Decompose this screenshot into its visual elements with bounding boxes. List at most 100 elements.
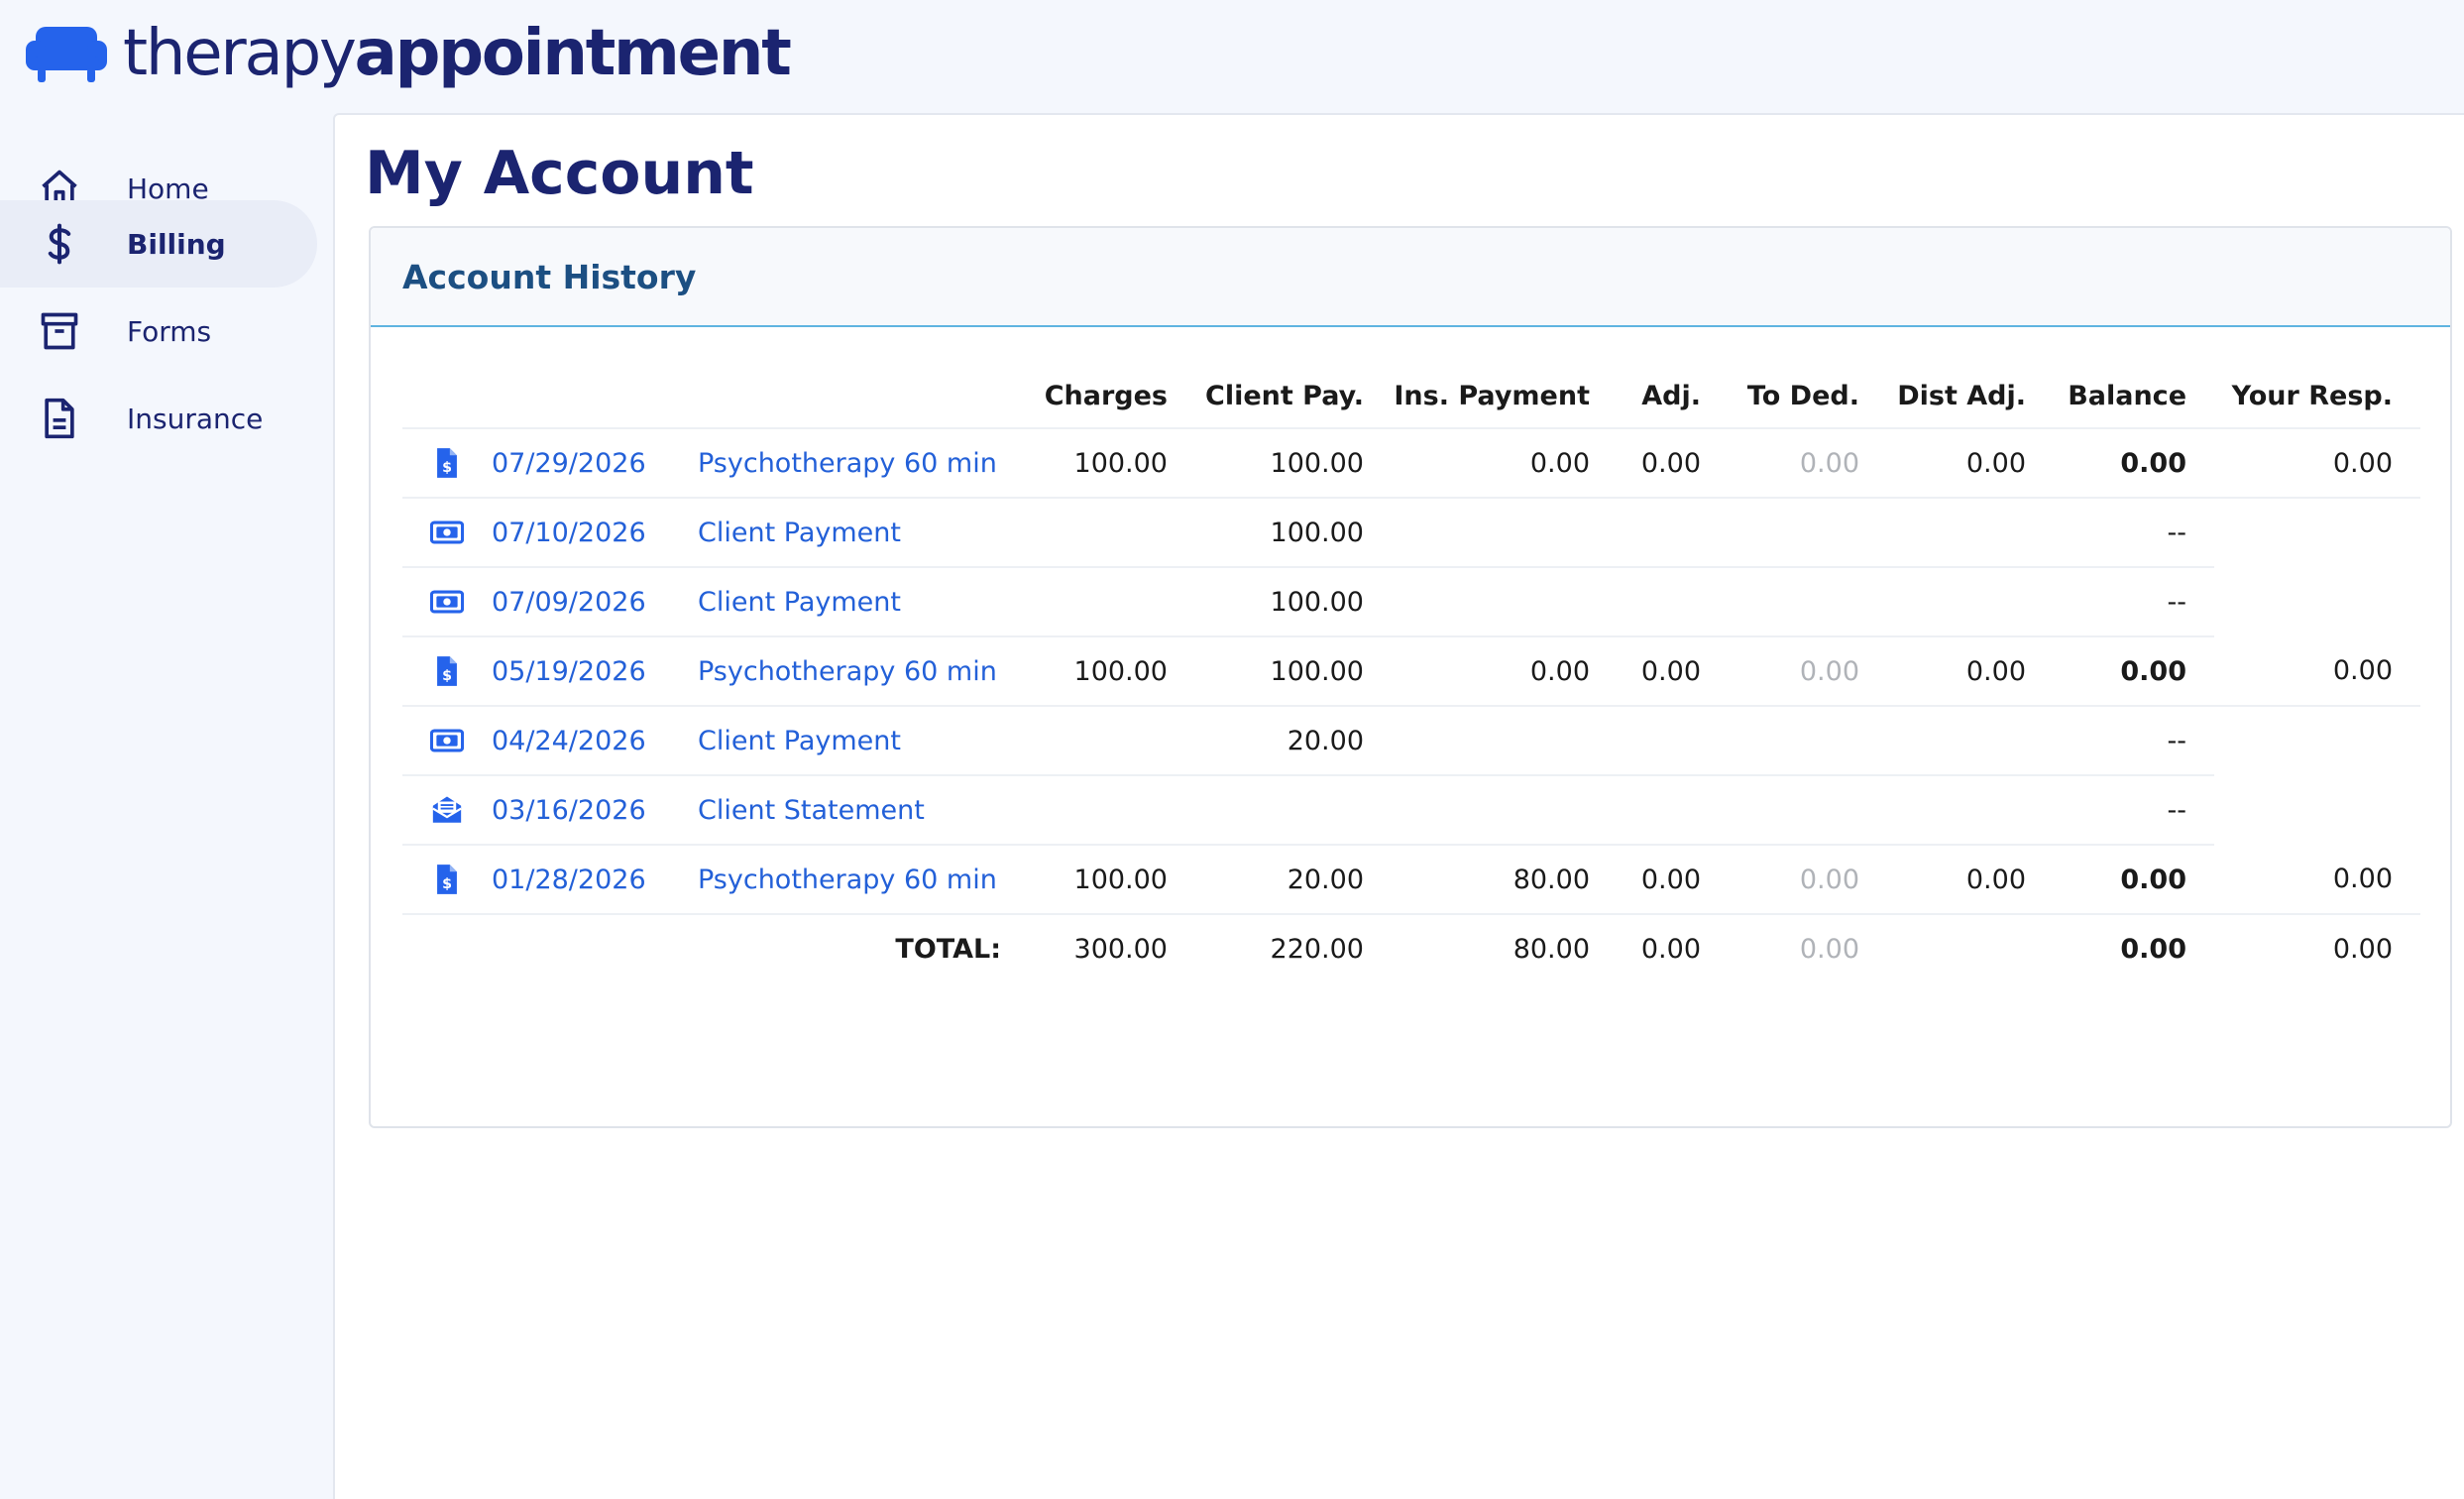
cell-ins-payment: 0.00 — [1392, 636, 1618, 707]
cell-your-resp — [2214, 775, 2420, 845]
cell-client-pay — [1195, 775, 1392, 846]
invoice-icon: $ — [430, 654, 464, 688]
table-row[interactable]: $05/19/2026 Psychotherapy 60 min 100.00 100… — [402, 636, 2420, 707]
cell-client-pay: 100.00 — [1195, 428, 1392, 499]
column-header-your-resp: Your Resp. — [2214, 365, 2420, 429]
table-total-row: TOTAL: 300.00 220.00 80.00 0.00 0.00 0.00 0.00 — [402, 914, 2420, 983]
row-date-cell: 03/16/2026 — [492, 775, 698, 846]
row-description-link[interactable]: Client Statement — [698, 795, 925, 826]
table-row[interactable]: 03/16/2026 Client Statement -- — [402, 775, 2420, 846]
row-date-link[interactable]: 07/10/2026 — [492, 518, 646, 548]
cell-ins-payment — [1392, 567, 1618, 637]
column-header-ins-payment: Ins. Payment — [1392, 365, 1618, 429]
cell-client-pay: 100.00 — [1195, 636, 1392, 707]
svg-text:$: $ — [442, 460, 452, 476]
row-description-link[interactable]: Psychotherapy 60 min — [698, 656, 997, 687]
cell-dist-adj — [1887, 706, 2054, 776]
row-type-icon-cell — [402, 706, 492, 776]
archive-box-icon — [38, 309, 81, 353]
row-type-icon-cell — [402, 567, 492, 637]
sidebar-item-label: Forms — [127, 314, 212, 348]
row-description-cell: Psychotherapy 60 min — [698, 845, 1029, 915]
cell-charges — [1029, 567, 1195, 637]
table-row[interactable]: $07/29/2026 Psychotherapy 60 min 100.00 100… — [402, 428, 2420, 499]
cell-client-pay: 100.00 — [1195, 498, 1392, 568]
table-header-row: Charges Client Pay. Ins. Payment Adj. To… — [402, 365, 2420, 429]
row-type-icon-cell: $ — [402, 428, 492, 499]
sidebar-item-label: Insurance — [127, 402, 264, 435]
row-date-link[interactable]: 01/28/2026 — [492, 865, 646, 895]
row-type-icon-cell: $ — [402, 636, 492, 707]
brand-name-bold: appointment — [354, 17, 792, 90]
row-description-cell: Psychotherapy 60 min — [698, 636, 1029, 707]
total-to-ded: 0.00 — [1799, 934, 1859, 965]
column-header-charges: Charges — [1029, 365, 1195, 429]
cell-your-resp — [2214, 567, 2420, 636]
table-row[interactable]: 07/10/2026 Client Payment 100.00 -- — [402, 498, 2420, 568]
row-description-link[interactable]: Client Payment — [698, 726, 901, 756]
row-date-link[interactable]: 03/16/2026 — [492, 795, 646, 826]
cell-charges: 100.00 — [1029, 636, 1195, 707]
row-date-cell: 07/09/2026 — [492, 567, 698, 637]
total-ins-payment: 80.00 — [1512, 934, 1590, 965]
row-description-link[interactable]: Psychotherapy 60 min — [698, 865, 997, 895]
cell-balance: 0.00 — [2054, 845, 2214, 915]
row-type-icon-cell — [402, 775, 492, 846]
row-date-link[interactable]: 05/19/2026 — [492, 656, 646, 687]
account-history-card: Account History Charges Client Pay. Ins.… — [369, 226, 2452, 1128]
cell-dist-adj — [1887, 567, 2054, 637]
row-date-link[interactable]: 04/24/2026 — [492, 726, 646, 756]
sidebar-item-billing[interactable]: Billing — [0, 200, 317, 288]
cell-adj: 0.00 — [1618, 428, 1729, 499]
cell-to-ded — [1729, 775, 1887, 846]
cell-balance: -- — [2054, 775, 2214, 846]
row-date-link[interactable]: 07/29/2026 — [492, 448, 646, 479]
row-date-link[interactable]: 07/09/2026 — [492, 587, 646, 618]
cell-ins-payment — [1392, 775, 1618, 846]
cell-dist-adj: 0.00 — [1887, 428, 2054, 499]
cell-balance: 0.00 — [2054, 636, 2214, 707]
table-row[interactable]: $01/28/2026 Psychotherapy 60 min 100.00 20.… — [402, 845, 2420, 915]
cell-ins-payment: 80.00 — [1392, 845, 1618, 915]
cell-balance: 0.00 — [2054, 428, 2214, 499]
cell-your-resp — [2214, 498, 2420, 567]
column-header-description — [698, 365, 1029, 429]
account-history-table: Charges Client Pay. Ins. Payment Adj. To… — [402, 365, 2420, 983]
cell-adj — [1618, 567, 1729, 637]
cell-charges: 100.00 — [1029, 845, 1195, 915]
table-row[interactable]: 07/09/2026 Client Payment 100.00 -- — [402, 567, 2420, 637]
row-description-link[interactable]: Client Payment — [698, 587, 901, 618]
card-title: Account History — [402, 257, 697, 296]
document-icon — [38, 397, 81, 440]
total-adj: 0.00 — [1640, 934, 1701, 965]
cell-dist-adj — [1887, 775, 2054, 846]
column-header-client-pay: Client Pay. — [1195, 365, 1392, 429]
cash-icon — [429, 585, 465, 619]
cell-dist-adj — [1887, 498, 2054, 568]
column-header-to-ded: To Ded. — [1729, 365, 1887, 429]
cell-your-resp: 0.00 — [2214, 845, 2420, 915]
sidebar-item-insurance[interactable]: Insurance — [0, 375, 317, 462]
row-description-cell: Client Payment — [698, 706, 1029, 776]
table-row[interactable]: 04/24/2026 Client Payment 20.00 -- — [402, 706, 2420, 776]
cash-icon — [429, 516, 465, 549]
column-header-balance: Balance — [2054, 365, 2214, 429]
row-description-link[interactable]: Client Payment — [698, 518, 901, 548]
cell-adj — [1618, 498, 1729, 568]
cell-adj: 0.00 — [1618, 636, 1729, 707]
row-description-cell: Client Statement — [698, 775, 1029, 846]
brand-logo[interactable]: therapyappointment — [24, 14, 792, 93]
invoice-icon: $ — [430, 863, 464, 896]
total-charges: 300.00 — [1073, 934, 1168, 965]
total-dist-adj — [1887, 914, 2054, 983]
cell-charges — [1029, 706, 1195, 776]
column-header-adj: Adj. — [1618, 365, 1729, 429]
row-date-cell: 07/29/2026 — [492, 428, 698, 499]
column-header-date — [492, 365, 698, 429]
sidebar-item-forms[interactable]: Forms — [0, 288, 317, 375]
cell-adj — [1618, 775, 1729, 846]
row-description-link[interactable]: Psychotherapy 60 min — [698, 448, 997, 479]
cell-your-resp: 0.00 — [2214, 428, 2420, 499]
top-bar: therapyappointment — [0, 0, 2464, 113]
cell-adj — [1618, 706, 1729, 776]
